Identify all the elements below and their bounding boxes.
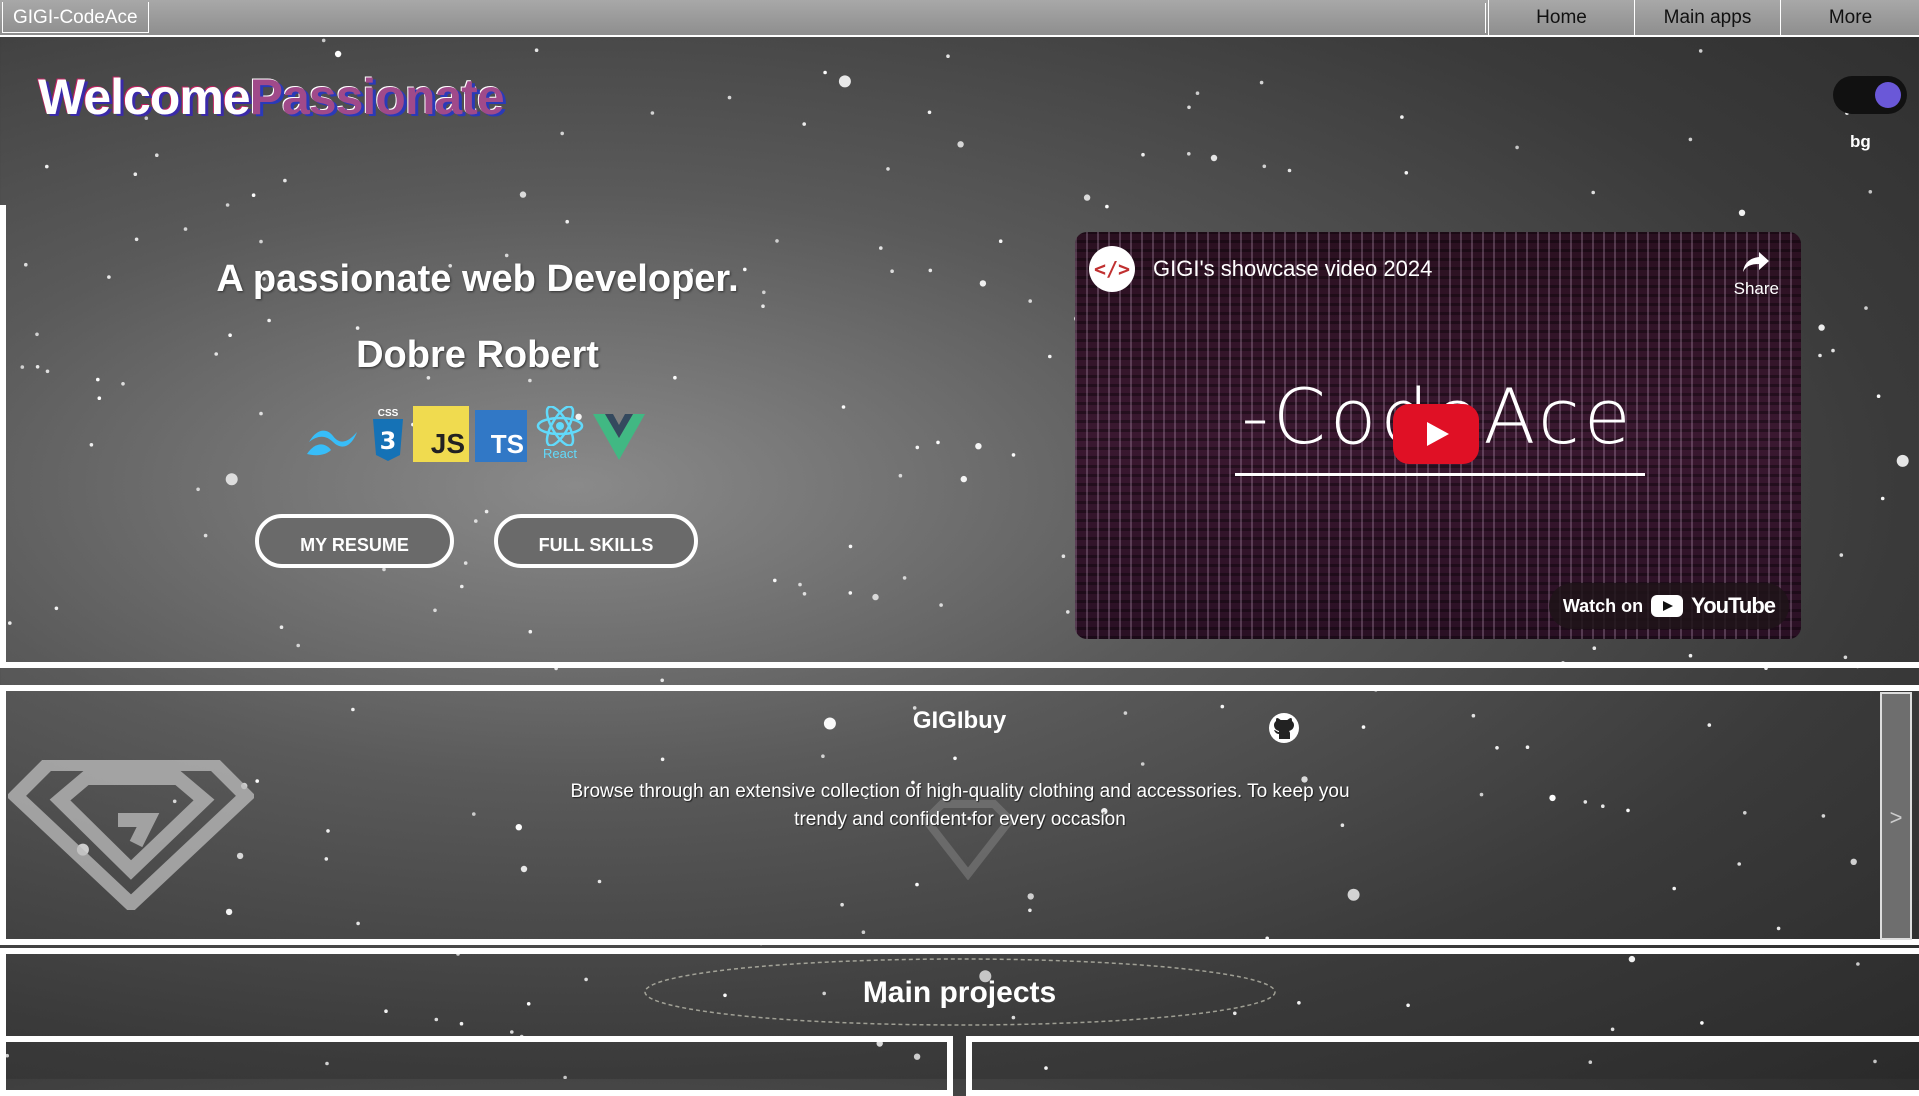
- hero-tagline: A passionate web Developer.: [216, 258, 739, 300]
- snow-particle: [886, 167, 890, 171]
- welcome-word: Welcome: [38, 69, 251, 125]
- toggle-label: bg: [1850, 132, 1871, 151]
- toggle-knob: [1875, 82, 1901, 108]
- snow-particle: [1400, 115, 1404, 119]
- snow-particle: [823, 70, 827, 75]
- developer-name: Dobre Robert: [356, 334, 599, 376]
- watch-on-label: Watch on: [1562, 595, 1644, 616]
- snow-particle: [946, 54, 950, 58]
- snow-particle: [1868, 190, 1873, 194]
- snow-particle: [283, 178, 287, 183]
- share-icon: [1743, 252, 1770, 272]
- background-toggle[interactable]: [1833, 76, 1907, 114]
- snow-particle: [1515, 145, 1519, 150]
- snow-particle: [334, 50, 342, 58]
- share-button[interactable]: Share: [1734, 250, 1779, 299]
- tailwind-icon: [305, 418, 363, 462]
- snow-particle: [534, 48, 539, 52]
- github-icon[interactable]: [1268, 712, 1300, 744]
- diamond-logo-icon: [8, 760, 254, 910]
- top-navbar: GIGI-CodeAce Home Main apps More: [0, 0, 1919, 37]
- typescript-icon: TS: [475, 410, 527, 462]
- share-label: Share: [1733, 279, 1779, 298]
- snow-particle: [727, 95, 732, 100]
- nav-divider: [150, 3, 1486, 33]
- snow-particle: [560, 131, 564, 136]
- vue-icon: [593, 412, 645, 462]
- nav-main-apps[interactable]: Main apps: [1634, 0, 1780, 35]
- project-description: Browse through an extensive collection o…: [570, 781, 1350, 830]
- brand-link[interactable]: GIGI-CodeAce: [2, 2, 149, 33]
- resume-button[interactable]: MY RESUME: [255, 514, 454, 568]
- watch-on-youtube-button[interactable]: Watch on YouTube: [1548, 583, 1789, 629]
- snow-particle: [251, 193, 256, 197]
- welcome-heading: WelcomePassionate: [38, 68, 505, 126]
- project-title: GIGIbuy: [912, 707, 1007, 734]
- snow-particle: [1187, 105, 1191, 110]
- snow-particle: [1591, 190, 1595, 195]
- youtube-icon: [1651, 595, 1684, 617]
- snow-particle: [650, 111, 655, 115]
- snow-particle: [1141, 152, 1145, 157]
- snow-particle: [838, 75, 851, 88]
- snow-particle: [1287, 168, 1292, 173]
- main-projects-title: Main projects: [862, 976, 1057, 1009]
- nav-home[interactable]: Home: [1488, 0, 1634, 35]
- svg-text:3: 3: [380, 427, 397, 455]
- play-button[interactable]: [1393, 404, 1479, 464]
- snow-particle: [1404, 171, 1409, 175]
- snow-particle: [1262, 164, 1267, 169]
- passionate-word: Passionate: [249, 69, 505, 125]
- carousel-next-button[interactable]: >: [1880, 692, 1912, 940]
- snow-particle: [660, 678, 664, 683]
- snow-particle: [927, 110, 932, 115]
- snow-particle: [1187, 152, 1191, 156]
- javascript-icon: JS: [413, 406, 469, 462]
- youtube-wordmark: YouTube: [1691, 593, 1776, 618]
- snow-particle: [133, 172, 138, 176]
- snow-particle: [957, 141, 964, 148]
- snow-particle: [1083, 194, 1091, 201]
- snow-particle: [45, 164, 49, 169]
- snow-particle: [802, 122, 806, 126]
- video-title[interactable]: GIGI's showcase video 2024: [1153, 256, 1432, 282]
- css3-icon: CSS 3: [369, 406, 407, 462]
- snow-particle: [155, 153, 159, 157]
- project-card[interactable]: [966, 1036, 1919, 1096]
- full-skills-button[interactable]: FULL SKILLS: [494, 514, 698, 568]
- logo-underline: [1235, 473, 1645, 476]
- react-icon: React: [533, 404, 587, 462]
- snow-particle: [1259, 80, 1264, 85]
- youtube-embed[interactable]: </> GIGI's showcase video 2024 Share -Co…: [1075, 232, 1801, 639]
- channel-avatar[interactable]: </>: [1089, 246, 1135, 292]
- snow-particle: [1688, 137, 1693, 142]
- project-card[interactable]: [0, 1036, 953, 1096]
- nav-more[interactable]: More: [1780, 0, 1919, 35]
- tech-stack-icons: CSS 3 JS TS React: [305, 402, 645, 462]
- snow-particle: [1195, 91, 1200, 95]
- snow-particle: [1698, 49, 1703, 53]
- snow-particle: [321, 38, 326, 43]
- snow-particle: [1210, 154, 1218, 162]
- snow-particle: [519, 191, 527, 198]
